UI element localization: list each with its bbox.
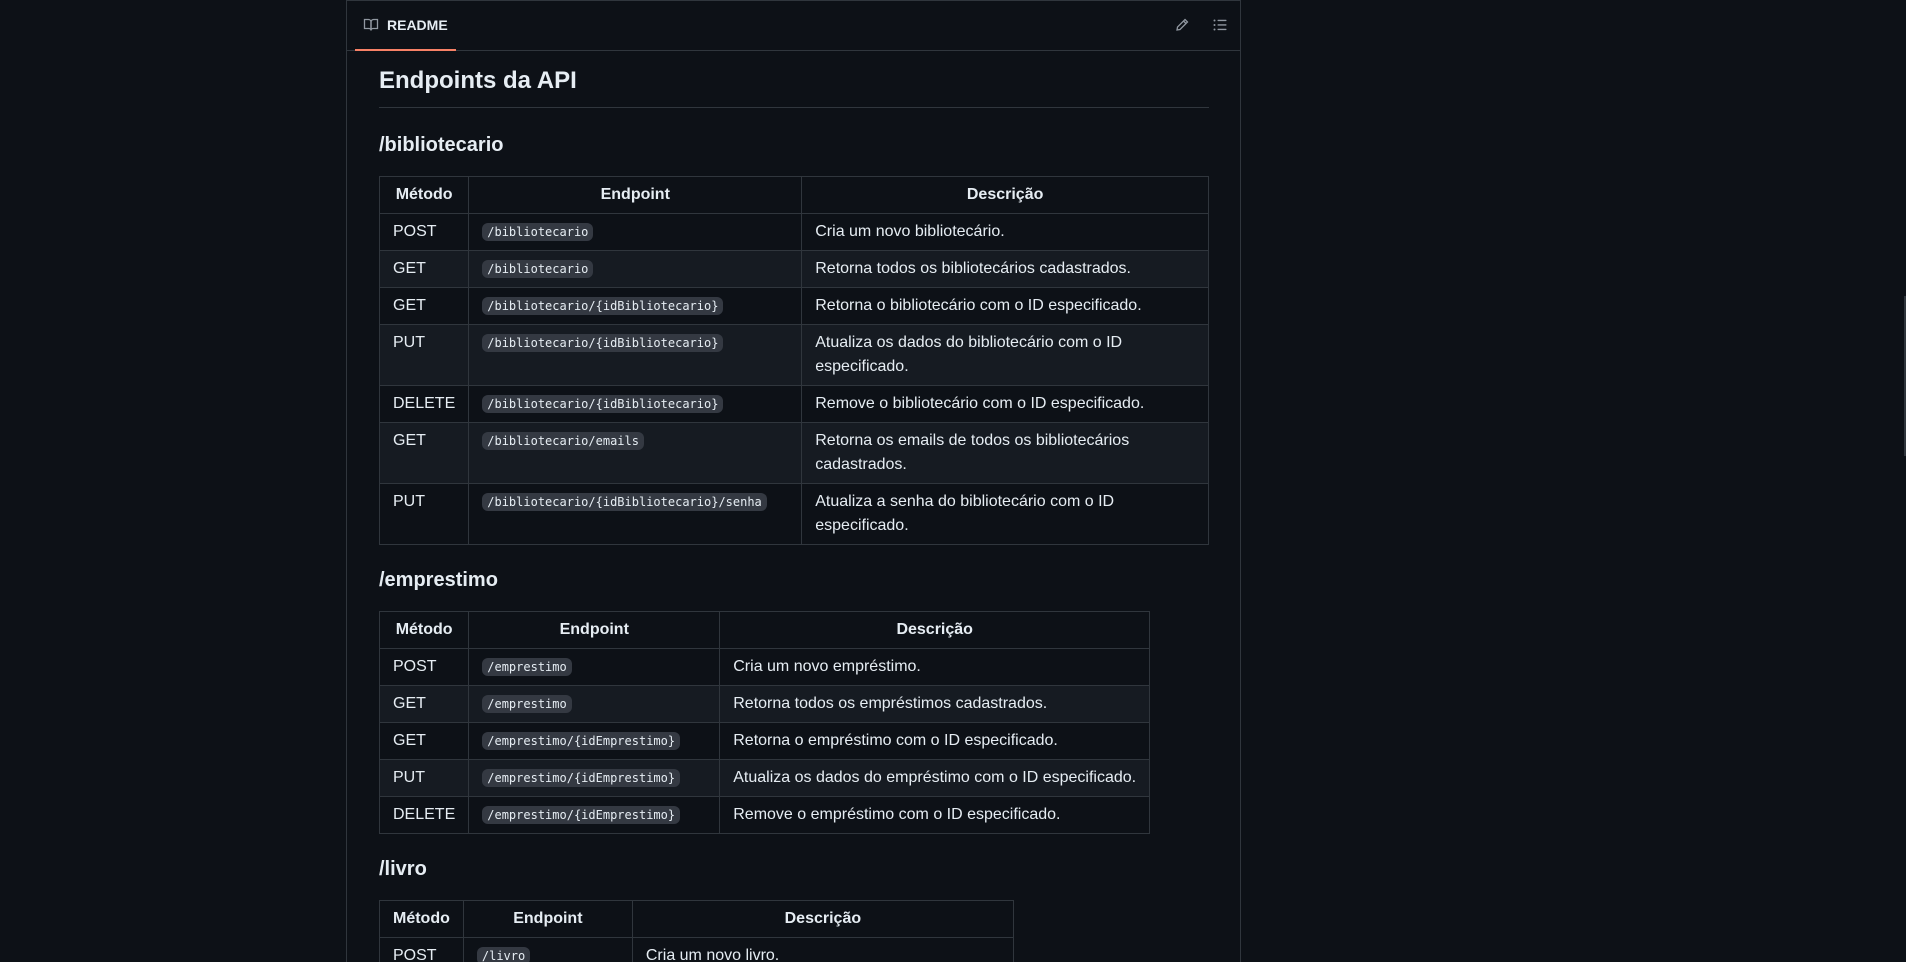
method-cell: GET — [378, 287, 470, 325]
endpoint-code: /bibliotecario — [482, 260, 594, 278]
table-row: POST /emprestimo Cria um novo empréstimo… — [378, 648, 1151, 686]
endpoint-code: /bibliotecario/{idBibliotecario} — [482, 395, 724, 413]
column-header-description: Descrição — [801, 176, 1209, 214]
description-cell: Atualiza a senha do bibliotecário com o … — [801, 483, 1209, 545]
method-cell: POST — [379, 937, 464, 962]
method-cell: GET — [378, 722, 470, 760]
section-heading-bibliotecario: /bibliotecario — [379, 134, 504, 156]
endpoint-code: /emprestimo/{idEmprestimo} — [482, 732, 681, 750]
endpoint-code: /bibliotecario — [482, 223, 594, 241]
description-cell: Atualiza os dados do empréstimo com o ID… — [719, 759, 1151, 797]
endpoints-table-livro: Método Endpoint Descrição POST /livro Cr… — [379, 900, 1014, 962]
column-header-endpoint: Endpoint — [468, 611, 721, 649]
description-cell: Retorna todos os empréstimos cadastrados… — [719, 685, 1151, 723]
endpoint-cell: /livro — [462, 937, 633, 962]
endpoint-cell: /bibliotecario — [468, 213, 803, 251]
list-unordered-icon[interactable] — [1212, 17, 1228, 33]
readme-header: README — [347, 1, 1240, 51]
table-row: GET /bibliotecario/{idBibliotecario} Ret… — [378, 287, 1209, 325]
pencil-icon[interactable] — [1174, 17, 1190, 33]
method-cell: PUT — [378, 324, 470, 386]
endpoint-code: /bibliotecario/emails — [482, 432, 644, 450]
method-cell: GET — [378, 250, 470, 288]
endpoint-cell: /bibliotecario/{idBibliotecario}/senha — [468, 483, 803, 545]
endpoint-cell: /bibliotecario — [468, 250, 803, 288]
description-cell: Cria um novo livro. — [631, 937, 1014, 962]
readme-content: Endpoints da API /bibliotecario Método E… — [378, 51, 1209, 962]
table-row: POST /livro Cria um novo livro. — [379, 937, 1014, 962]
column-header-description: Descrição — [719, 611, 1151, 649]
endpoint-cell: /emprestimo/{idEmprestimo} — [468, 759, 721, 797]
endpoint-cell: /emprestimo — [468, 685, 721, 723]
method-cell: GET — [378, 422, 470, 484]
column-header-method: Método — [379, 900, 464, 938]
table-row: PUT /bibliotecario/{idBibliotecario}/sen… — [378, 483, 1209, 545]
method-cell: PUT — [378, 483, 470, 545]
section-heading-livro: /livro — [379, 858, 427, 880]
endpoint-code: /emprestimo/{idEmprestimo} — [482, 806, 681, 824]
description-cell: Retorna os emails de todos os bibliotecá… — [801, 422, 1209, 484]
book-icon — [363, 17, 379, 33]
method-cell: PUT — [378, 759, 470, 797]
readme-actions — [1174, 17, 1228, 33]
method-cell: POST — [378, 213, 470, 251]
endpoint-cell: /bibliotecario/{idBibliotecario} — [468, 385, 803, 423]
table-row: GET /emprestimo Retorna todos os emprést… — [378, 685, 1151, 723]
table-row: POST /bibliotecario Cria um novo bibliot… — [378, 213, 1209, 251]
endpoint-code: /emprestimo — [482, 658, 572, 676]
column-header-endpoint: Endpoint — [462, 900, 633, 938]
endpoint-code: /livro — [476, 947, 531, 962]
endpoint-cell: /emprestimo/{idEmprestimo} — [468, 796, 721, 834]
description-cell: Cria um novo bibliotecário. — [801, 213, 1209, 251]
table-row: DELETE /emprestimo/{idEmprestimo} Remove… — [378, 796, 1151, 834]
endpoint-cell: /bibliotecario/emails — [468, 422, 803, 484]
readme-container: README Endpoints da API /bibliotecario M… — [346, 0, 1241, 962]
table-row: DELETE /bibliotecario/{idBibliotecario} … — [378, 385, 1209, 423]
description-cell: Retorna o bibliotecário com o ID especif… — [801, 287, 1209, 325]
column-header-description: Descrição — [631, 900, 1014, 938]
endpoint-cell: /bibliotecario/{idBibliotecario} — [468, 287, 803, 325]
column-header-method: Método — [378, 176, 470, 214]
endpoint-code: /bibliotecario/{idBibliotecario} — [482, 297, 724, 315]
method-cell: POST — [378, 648, 470, 686]
endpoint-code: /bibliotecario/{idBibliotecario}/senha — [482, 493, 767, 511]
method-cell: GET — [378, 685, 470, 723]
method-cell: DELETE — [378, 385, 470, 423]
description-cell: Cria um novo empréstimo. — [719, 648, 1151, 686]
section-heading-emprestimo: /emprestimo — [379, 569, 498, 591]
table-row: PUT /emprestimo/{idEmprestimo} Atualiza … — [378, 759, 1151, 797]
endpoint-code: /bibliotecario/{idBibliotecario} — [482, 334, 724, 352]
table-row: GET /bibliotecario/emails Retorna os ema… — [378, 422, 1209, 484]
method-cell: DELETE — [378, 796, 470, 834]
description-cell: Atualiza os dados do bibliotecário com o… — [801, 324, 1209, 386]
column-header-endpoint: Endpoint — [468, 176, 803, 214]
table-row: GET /emprestimo/{idEmprestimo} Retorna o… — [378, 722, 1151, 760]
description-cell: Remove o empréstimo com o ID especificad… — [719, 796, 1151, 834]
column-header-method: Método — [378, 611, 470, 649]
endpoints-table-bibliotecario: Método Endpoint Descrição POST /bibliote… — [378, 176, 1209, 545]
endpoints-table-emprestimo: Método Endpoint Descrição POST /empresti… — [378, 611, 1151, 834]
page: README Endpoints da API /bibliotecario M… — [0, 0, 1906, 962]
table-row: GET /bibliotecario Retorna todos os bibl… — [378, 250, 1209, 288]
endpoint-cell: /emprestimo/{idEmprestimo} — [468, 722, 721, 760]
description-cell: Retorna o empréstimo com o ID especifica… — [719, 722, 1151, 760]
page-title: Endpoints da API — [379, 65, 1209, 108]
readme-tab[interactable]: README — [355, 1, 456, 51]
description-cell: Remove o bibliotecário com o ID especifi… — [801, 385, 1209, 423]
endpoint-code: /emprestimo/{idEmprestimo} — [482, 769, 681, 787]
endpoint-cell: /emprestimo — [468, 648, 721, 686]
description-cell: Retorna todos os bibliotecários cadastra… — [801, 250, 1209, 288]
table-row: PUT /bibliotecario/{idBibliotecario} Atu… — [378, 324, 1209, 386]
readme-tab-label: README — [387, 17, 448, 33]
endpoint-code: /emprestimo — [482, 695, 572, 713]
endpoint-cell: /bibliotecario/{idBibliotecario} — [468, 324, 803, 386]
